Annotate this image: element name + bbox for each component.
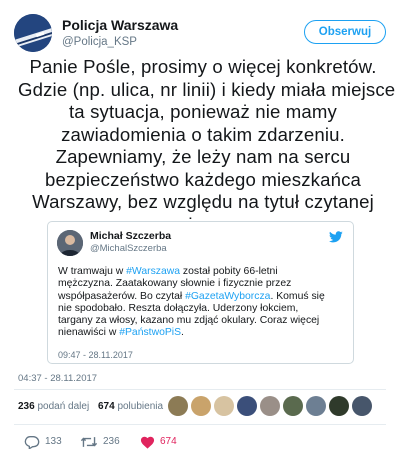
quoted-text-segment: nie spodobało. Reszta dołączyła. Uderzon… xyxy=(58,302,299,314)
quoted-text-segment: . xyxy=(181,327,184,339)
liker-avatar[interactable] xyxy=(329,396,349,416)
engagement-stats: 236 podań dalej 674 polubienia xyxy=(18,397,169,417)
tweet-text-line: bezpieczeństwo każdego mieszkańca xyxy=(44,168,362,190)
retweet-icon xyxy=(80,437,98,447)
tweet-text-line: Zapewniamy, że leży nam na sercu xyxy=(55,146,351,167)
quoted-text-line: mężczyzna. Zaatakowany słownie i fizyczn… xyxy=(58,278,348,290)
follow-button[interactable]: Obserwuj xyxy=(304,20,386,44)
liker-avatar[interactable] xyxy=(168,396,188,416)
heart-icon xyxy=(140,436,155,449)
quoted-text-line: W tramwaju w #Warszawa został pobity 66-… xyxy=(58,266,348,278)
liker-avatar[interactable] xyxy=(214,396,234,416)
reply-count: 133 xyxy=(45,436,62,447)
quoted-text-line: nie spodobało. Reszta dołączyła. Uderzon… xyxy=(58,303,348,315)
quoted-tweet[interactable]: Michał Szczerba @MichalSzczerba W tramwa… xyxy=(47,221,354,364)
tweet-actions: 133 236 674 xyxy=(14,433,386,453)
likes-stat-label: polubienia xyxy=(117,401,164,412)
quoted-text-segment: targany za włosy, kazano mu zdjąć okular… xyxy=(58,315,320,327)
quoted-text-segment: . Komuś się xyxy=(270,290,325,302)
quoted-text-segment: nienawiści w xyxy=(58,327,120,339)
tweet-card: Policja Warszawa @Policja_KSP Obserwuj P… xyxy=(0,0,400,462)
hashtag-link[interactable]: #Warszawa xyxy=(126,266,180,277)
quoted-text-line: współpasażerów. Bo czytał #GazetaWyborcz… xyxy=(58,291,348,303)
police-car-avatar-icon xyxy=(14,14,52,52)
retweet-count: 236 xyxy=(103,436,120,447)
likes-stat-count: 674 xyxy=(97,401,115,412)
retweets-stat-count: 236 xyxy=(18,401,35,412)
like-button[interactable]: 674 xyxy=(140,433,177,453)
divider xyxy=(14,389,386,390)
quoted-tweet-text: W tramwaju w #Warszawa został pobity 66-… xyxy=(58,266,348,340)
reply-icon xyxy=(24,436,40,449)
tweet-timestamp[interactable]: 04:37 - 28.11.2017 xyxy=(18,373,97,384)
quoted-author-avatar[interactable] xyxy=(57,230,83,256)
liker-avatars xyxy=(168,396,378,418)
author-info: Policja Warszawa @Policja_KSP xyxy=(62,17,178,50)
retweets-stat[interactable]: 236 podań dalej xyxy=(18,397,89,417)
quoted-text-line: nienawiści w #PaństwoPiS. xyxy=(58,327,348,339)
quoted-text-line: targany za włosy, kazano mu zdjąć okular… xyxy=(58,315,348,327)
quoted-tweet-time[interactable]: 09:47 - 28.11.2017 xyxy=(58,350,133,360)
quoted-text-segment: W tramwaju w xyxy=(58,266,127,277)
tweet-text-line: ta sytuacja, ponieważ nie mamy xyxy=(68,101,338,122)
tweet-text-line: Warszawy, bez względu na tytuł czytanej xyxy=(32,191,374,212)
liker-avatar[interactable] xyxy=(283,396,303,416)
tweet-text-line: Panie Pośle, prosimy o więcej konkretów. xyxy=(29,56,377,77)
liker-avatar[interactable] xyxy=(352,396,372,416)
author-avatar[interactable] xyxy=(14,14,52,52)
quoted-text-segment: współpasażerów. Bo czytał xyxy=(58,290,186,302)
author-handle[interactable]: @Policja_KSP xyxy=(62,35,178,50)
like-count: 674 xyxy=(160,436,177,447)
retweets-stat-label: podań dalej xyxy=(37,401,90,412)
liker-avatar[interactable] xyxy=(260,396,280,416)
reply-button[interactable]: 133 xyxy=(24,433,62,453)
liker-avatar[interactable] xyxy=(191,396,211,416)
divider xyxy=(14,424,386,425)
quoted-text-segment: został pobity 66-letni xyxy=(180,266,278,277)
liker-avatar[interactable] xyxy=(237,396,257,416)
person-avatar-icon xyxy=(57,230,83,256)
liker-avatar[interactable] xyxy=(306,396,326,416)
hashtag-link[interactable]: #PaństwoPiS xyxy=(119,327,181,338)
tweet-text-line: Gdzie (np. ulica, nr linii) i kiedy miał… xyxy=(18,78,396,100)
quoted-text-segment: mężczyzna. Zaatakowany słownie i fizyczn… xyxy=(58,278,292,290)
tweet-text: Panie Pośle, prosimy o więcej konkretów.… xyxy=(18,56,396,236)
twitter-bird-icon xyxy=(329,231,343,243)
retweet-button[interactable]: 236 xyxy=(80,433,120,453)
author-name[interactable]: Policja Warszawa xyxy=(62,17,178,34)
quoted-author-name[interactable]: Michał Szczerba xyxy=(90,230,171,242)
quoted-author-handle[interactable]: @MichalSzczerba xyxy=(90,243,167,254)
hashtag-link[interactable]: #GazetaWyborcza xyxy=(185,291,270,302)
likes-stat[interactable]: 674 polubienia xyxy=(98,397,163,417)
tweet-header: Policja Warszawa @Policja_KSP Obserwuj xyxy=(14,14,386,52)
tweet-text-line: zawiadomienia o takim zdarzeniu. xyxy=(61,123,345,145)
